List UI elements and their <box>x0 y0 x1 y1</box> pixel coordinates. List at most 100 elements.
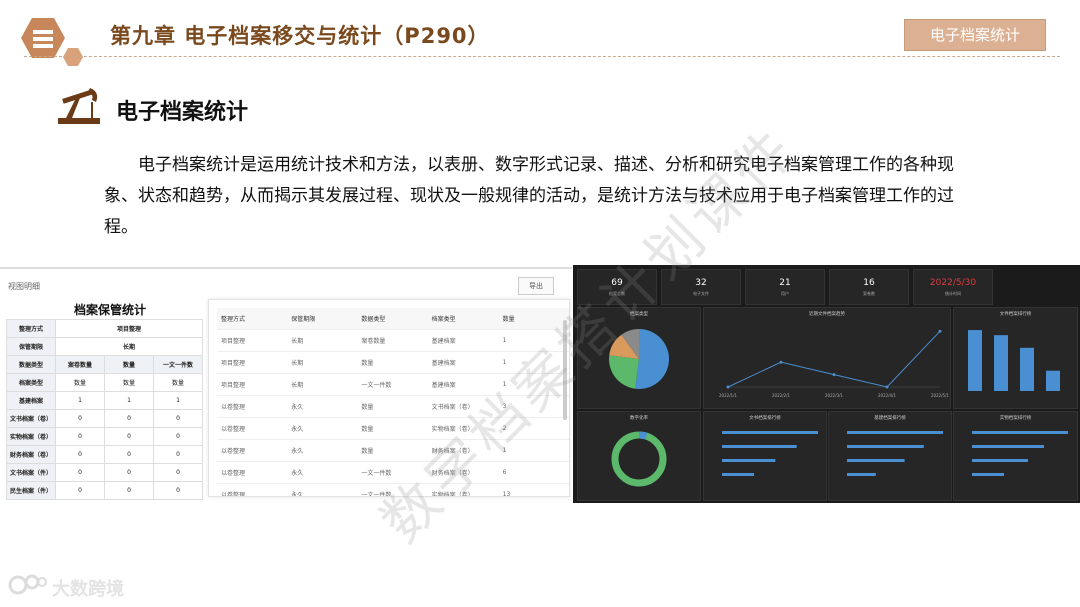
hbar <box>722 459 776 462</box>
digitization-ring-chart <box>611 431 667 487</box>
hbar-chart-1 <box>722 431 818 476</box>
table-cell: 0 <box>104 409 154 428</box>
pie-slice <box>635 329 669 389</box>
col-header: 档案类型 <box>427 308 499 330</box>
table-cell: 0 <box>104 481 154 500</box>
col-header: 一文一件数 <box>153 355 203 374</box>
table-cell: 数量 <box>357 395 428 418</box>
table-cell: 长期 <box>287 373 358 396</box>
meta-value: 长期 <box>55 337 203 356</box>
kpi-card: 21 用户 <box>745 269 825 305</box>
data-point <box>779 360 783 364</box>
kpi-card: 2022/5/30 统计时间 <box>913 269 993 305</box>
table-cell: 0 <box>153 463 203 482</box>
data-point <box>885 385 889 389</box>
table-cell: 0 <box>55 481 105 500</box>
table-cell: 1 <box>153 391 203 410</box>
table-cell: 以卷整理 <box>217 461 288 484</box>
table-cell: 永久 <box>287 483 358 496</box>
body-paragraph: 电子档案统计是运用统计技术和方法，以表册、数字形式记录、描述、分析和研究电子档案… <box>104 155 954 237</box>
table-cell: 0 <box>55 409 105 428</box>
col-header: 数据类型 <box>6 355 56 374</box>
table-cell: 项目整理 <box>217 373 288 396</box>
data-point <box>726 385 730 389</box>
table-cell: 实物档案（卷） <box>6 427 56 446</box>
x-tick-label: 2022/4/1 <box>878 393 896 398</box>
col-header: 整理方式 <box>217 308 288 330</box>
table-cell: 永久 <box>287 395 358 418</box>
meta-label: 保管期限 <box>6 337 56 356</box>
table-cell: 以卷整理 <box>217 483 288 496</box>
ranking-bar-chart <box>968 330 1060 391</box>
table-cell: 0 <box>55 463 105 482</box>
summary-table: 整理方式 项目整理 保管期限 长期 数据类型 案卷数量 数量 一文一件数 档案类… <box>6 319 203 500</box>
col-header: 保管期限 <box>287 308 358 330</box>
table-cell: 财务档案（卷） <box>6 445 56 464</box>
table-cell: 以卷整理 <box>217 439 288 462</box>
table-cell: 项目整理 <box>217 329 288 352</box>
kpi-value: 2022/5/30 <box>929 278 977 288</box>
chapter-hexagon-icon <box>21 18 83 66</box>
meta-label: 整理方式 <box>6 319 56 338</box>
table-cell: 0 <box>153 445 203 464</box>
table-cell: 文书档案（件） <box>6 463 56 482</box>
kpi-card: 16 案卷数 <box>829 269 909 305</box>
data-point <box>832 373 836 377</box>
chapter-title: 第九章 电子档案移交与统计（P290） <box>110 24 490 48</box>
table-row: 实物档案（卷） 0 0 0 <box>6 427 203 446</box>
table-row: 财务档案（卷） 0 0 0 <box>6 445 203 464</box>
oil-pump-icon <box>58 88 100 124</box>
bar <box>994 335 1008 391</box>
series-line <box>727 330 941 388</box>
hbar <box>847 473 876 476</box>
line-panel: 近期文件档案趋势 2022/1/1 2022/2/1 2022/3/1 2022/4/… <box>703 307 951 409</box>
table-cell: 以卷整理 <box>217 395 288 418</box>
hbar <box>722 445 797 448</box>
table-cell: 一文一件数 <box>357 373 428 396</box>
hbar-panel-2: 基建档案排行榜 <box>828 411 952 501</box>
hbar <box>847 431 943 434</box>
table-cell: 0 <box>104 427 154 446</box>
export-button[interactable]: 导出 <box>518 277 554 295</box>
bar <box>1020 347 1034 391</box>
table-cell: 长期 <box>287 329 358 352</box>
table-cell: 0 <box>55 445 105 464</box>
x-tick-label: 2022/1/1 <box>719 393 737 398</box>
x-tick-label: 2022/5/1 <box>931 393 949 398</box>
hbar <box>972 431 1068 434</box>
bar <box>968 330 982 391</box>
table-row: 文书档案（件） 0 0 0 <box>6 463 203 482</box>
x-tick-label: 2022/2/1 <box>772 393 790 398</box>
col-header: 数量 <box>104 355 154 374</box>
hbar <box>722 473 754 476</box>
data-point <box>938 329 942 333</box>
hbar <box>722 431 818 434</box>
brand-logo-text: 大数跨境 <box>52 579 124 600</box>
table-row: 民生档案（件） 0 0 0 <box>6 481 203 500</box>
table-cell: 案卷数量 <box>357 329 428 352</box>
kpi-label: 案卷数 <box>863 291 875 296</box>
hbar <box>972 445 1044 448</box>
table-cell: 永久 <box>287 417 358 440</box>
chapter-badge: 电子档案统计 <box>904 19 1046 51</box>
view-detail-label[interactable]: 视图明细 <box>8 281 40 292</box>
header-divider <box>24 56 1060 57</box>
table-cell: 0 <box>55 427 105 446</box>
hbar <box>972 459 1028 462</box>
bar <box>1046 370 1060 391</box>
trend-line-chart: 2022/1/1 2022/2/1 2022/3/1 2022/4/1 2022/5/1 <box>719 329 949 398</box>
unit-cell: 数量 <box>55 373 105 392</box>
col-header: 数据类型 <box>357 308 428 330</box>
hbar <box>847 459 905 462</box>
table-cell: 长期 <box>287 351 358 374</box>
brand-logo-icon <box>8 574 47 595</box>
kpi-label: 统计时间 <box>945 291 961 296</box>
x-tick-label: 2022/3/1 <box>825 393 843 398</box>
table-cell: 1 <box>104 391 154 410</box>
kpi-label: 用户 <box>781 291 789 296</box>
hbar-chart-2 <box>847 431 943 476</box>
table-cell: 0 <box>153 427 203 446</box>
table-cell: 项目整理 <box>217 351 288 374</box>
kpi-value: 16 <box>863 278 875 288</box>
table-cell: 以卷整理 <box>217 417 288 440</box>
